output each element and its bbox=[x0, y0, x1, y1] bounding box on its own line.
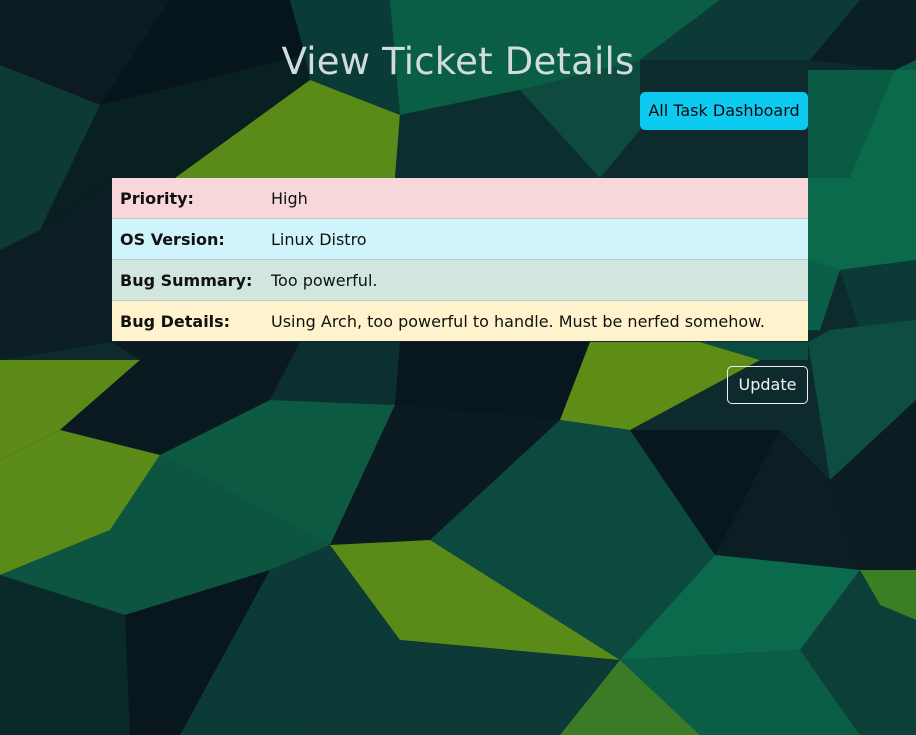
os-version-label: OS Version: bbox=[112, 218, 263, 260]
page: View Ticket Details All Task Dashboard P… bbox=[0, 0, 916, 735]
priority-value: High bbox=[263, 178, 808, 219]
ticket-details-table: Priority: High OS Version: Linux Distro … bbox=[112, 178, 808, 341]
priority-row: Priority: High bbox=[112, 178, 808, 219]
os-version-row: OS Version: Linux Distro bbox=[112, 218, 808, 260]
all-task-dashboard-button[interactable]: All Task Dashboard bbox=[640, 92, 808, 130]
bug-summary-row: Bug Summary: Too powerful. bbox=[112, 259, 808, 301]
priority-label: Priority: bbox=[112, 178, 263, 219]
bug-details-value: Using Arch, too powerful to handle. Must… bbox=[263, 300, 808, 341]
bug-summary-value: Too powerful. bbox=[263, 259, 808, 301]
bug-summary-label: Bug Summary: bbox=[112, 259, 263, 301]
os-version-value: Linux Distro bbox=[263, 218, 808, 260]
update-button[interactable]: Update bbox=[727, 366, 808, 404]
bug-details-label: Bug Details: bbox=[112, 300, 263, 341]
page-title: View Ticket Details bbox=[281, 40, 635, 83]
bug-details-row: Bug Details: Using Arch, too powerful to… bbox=[112, 300, 808, 341]
